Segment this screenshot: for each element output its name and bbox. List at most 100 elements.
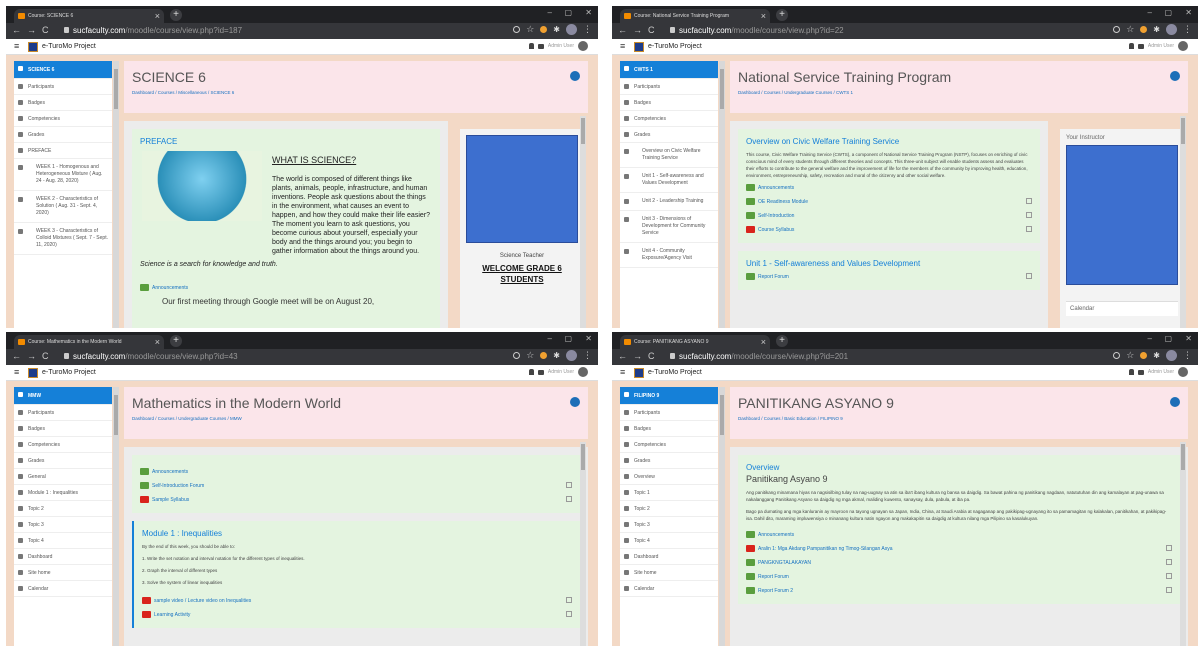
search-icon[interactable] [513, 352, 521, 359]
browser-tab[interactable]: Course: SCIENCE 6 × [14, 9, 164, 23]
address-bar[interactable]: sucfaculty.com/moodle/course/view.php?id… [64, 25, 242, 37]
breadcrumb[interactable]: Dashboard / Courses / Undergraduate Cour… [738, 90, 1180, 95]
sidebar-item[interactable]: Participants [620, 79, 718, 95]
sidebar-item[interactable]: Topic 4 [620, 533, 718, 549]
main-scrollbar[interactable] [1180, 442, 1186, 646]
sidebar-item[interactable]: WEEK 1 - Homogenous and Heterogeneous Mi… [14, 159, 112, 191]
sidebar-item[interactable]: SCIENCE 6 [14, 61, 112, 79]
activity-link[interactable]: Course Syllabus [746, 226, 1032, 235]
address-bar[interactable]: sucfaculty.com/moodle/course/view.php?id… [670, 351, 848, 363]
activity-link[interactable]: Announcements [140, 284, 188, 293]
sidebar-item[interactable]: Site home [14, 565, 112, 581]
reload-icon[interactable]: C [42, 351, 55, 361]
sidebar-item[interactable]: Competencies [620, 111, 718, 127]
profile-avatar-icon[interactable] [566, 24, 577, 35]
sidebar-item[interactable]: Grades [14, 453, 112, 469]
settings-gear-icon[interactable] [570, 71, 580, 81]
sidebar-item[interactable]: Grades [620, 127, 718, 143]
sidebar-item[interactable]: Competencies [620, 437, 718, 453]
back-icon[interactable]: ← [12, 351, 27, 361]
extension-icon[interactable] [1140, 26, 1148, 33]
sidebar-item[interactable]: Badges [620, 421, 718, 437]
sidebar-item[interactable]: Unit 2 - Leadership Training [620, 193, 718, 211]
site-logo[interactable] [28, 368, 38, 378]
user-menu[interactable]: Admin User [1128, 367, 1188, 377]
messages-icon[interactable] [537, 369, 544, 375]
scroll-thumb[interactable] [581, 444, 585, 470]
bookmark-star-icon[interactable]: ☆ [1126, 24, 1134, 35]
messages-icon[interactable] [537, 43, 544, 49]
back-icon[interactable]: ← [618, 25, 633, 35]
breadcrumb[interactable]: Dashboard / Courses / Miscellaneous / SC… [132, 90, 580, 95]
close-tab-icon[interactable]: × [155, 9, 160, 23]
completion-checkbox[interactable] [566, 482, 572, 488]
site-logo[interactable] [28, 42, 38, 52]
sidebar-item[interactable]: MMW [14, 387, 112, 405]
sidebar-item[interactable]: Topic 3 [620, 517, 718, 533]
kebab-menu-icon[interactable]: ⋮ [583, 350, 592, 361]
sidebar-item[interactable]: Calendar [620, 581, 718, 597]
completion-checkbox[interactable] [566, 611, 572, 617]
sidebar-item[interactable]: Competencies [14, 437, 112, 453]
close-tab-icon[interactable]: × [155, 335, 160, 349]
new-tab-button[interactable]: + [776, 335, 788, 347]
settings-gear-icon[interactable] [570, 397, 580, 407]
profile-avatar-icon[interactable] [1166, 350, 1177, 361]
sidebar-item[interactable]: Competencies [14, 111, 112, 127]
sidebar-item[interactable]: Topic 2 [14, 501, 112, 517]
back-icon[interactable]: ← [12, 25, 27, 35]
activity-link[interactable]: Announcements [746, 531, 1172, 540]
bookmark-star-icon[interactable]: ☆ [526, 24, 534, 35]
notification-bell-icon[interactable] [528, 43, 534, 49]
activity-link[interactable]: Report Forum 2 [746, 587, 1172, 596]
kebab-menu-icon[interactable]: ⋮ [1183, 24, 1192, 35]
activity-link[interactable]: Sample Syllabus [140, 496, 572, 505]
completion-checkbox[interactable] [1026, 198, 1032, 204]
sidebar-item[interactable]: Dashboard [620, 549, 718, 565]
maximize-icon[interactable]: ▢ [1164, 8, 1172, 17]
scroll-thumb[interactable] [720, 395, 724, 435]
close-window-icon[interactable]: ✕ [585, 8, 592, 17]
search-icon[interactable] [1113, 352, 1121, 359]
sidebar-item[interactable]: Calendar [14, 581, 112, 597]
puzzle-extensions-icon[interactable]: ✱ [553, 25, 560, 34]
user-avatar[interactable] [578, 41, 588, 51]
close-tab-icon[interactable]: × [761, 9, 766, 23]
bookmark-star-icon[interactable]: ☆ [1126, 350, 1134, 361]
scroll-thumb[interactable] [581, 118, 585, 144]
back-icon[interactable]: ← [618, 351, 633, 361]
sidebar-item[interactable]: Topic 2 [620, 501, 718, 517]
site-name[interactable]: e-TuroMo Project [648, 41, 702, 53]
notification-bell-icon[interactable] [528, 369, 534, 375]
sidebar-item[interactable]: General [14, 469, 112, 485]
sidebar-item[interactable]: WEEK 2 - Characteristics of Solution ( A… [14, 191, 112, 223]
site-name[interactable]: e-TuroMo Project [648, 367, 702, 379]
breadcrumb[interactable]: Dashboard / Courses / Undergraduate Cour… [132, 416, 580, 421]
sidebar-item[interactable]: Participants [620, 405, 718, 421]
scroll-thumb[interactable] [1181, 444, 1185, 470]
bookmark-star-icon[interactable]: ☆ [526, 350, 534, 361]
maximize-icon[interactable]: ▢ [1164, 334, 1172, 343]
user-name[interactable]: Admin User [548, 43, 574, 49]
sidebar-item[interactable]: Grades [14, 127, 112, 143]
hamburger-menu-icon[interactable]: ≡ [620, 41, 625, 51]
sidebar-scrollbar[interactable] [113, 387, 119, 646]
activity-link[interactable]: sample video / Lecture video on Inequali… [142, 597, 572, 606]
sidebar-item[interactable]: Topic 3 [14, 517, 112, 533]
kebab-menu-icon[interactable]: ⋮ [1183, 350, 1192, 361]
activity-link[interactable]: Learning Activity [142, 611, 572, 620]
forward-icon[interactable]: → [633, 351, 648, 361]
completion-checkbox[interactable] [1026, 273, 1032, 279]
maximize-icon[interactable]: ▢ [564, 334, 572, 343]
sidebar-item[interactable]: Overview on Civic Welfare Training Servi… [620, 143, 718, 168]
forward-icon[interactable]: → [27, 25, 42, 35]
activity-link[interactable]: Aralin 1: Mga Akdang Pampanitikan ng Tim… [746, 545, 1172, 554]
user-menu[interactable]: Admin User [528, 41, 588, 51]
completion-checkbox[interactable] [1026, 226, 1032, 232]
user-menu[interactable]: Admin User [528, 367, 588, 377]
sidebar-item[interactable]: Participants [14, 79, 112, 95]
activity-link[interactable]: Announcements [746, 184, 1032, 193]
site-name[interactable]: e-TuroMo Project [42, 367, 96, 379]
completion-checkbox[interactable] [1166, 545, 1172, 551]
sidebar-item[interactable]: WEEK 3 - Characteristics of Colloid Mixt… [14, 223, 112, 255]
